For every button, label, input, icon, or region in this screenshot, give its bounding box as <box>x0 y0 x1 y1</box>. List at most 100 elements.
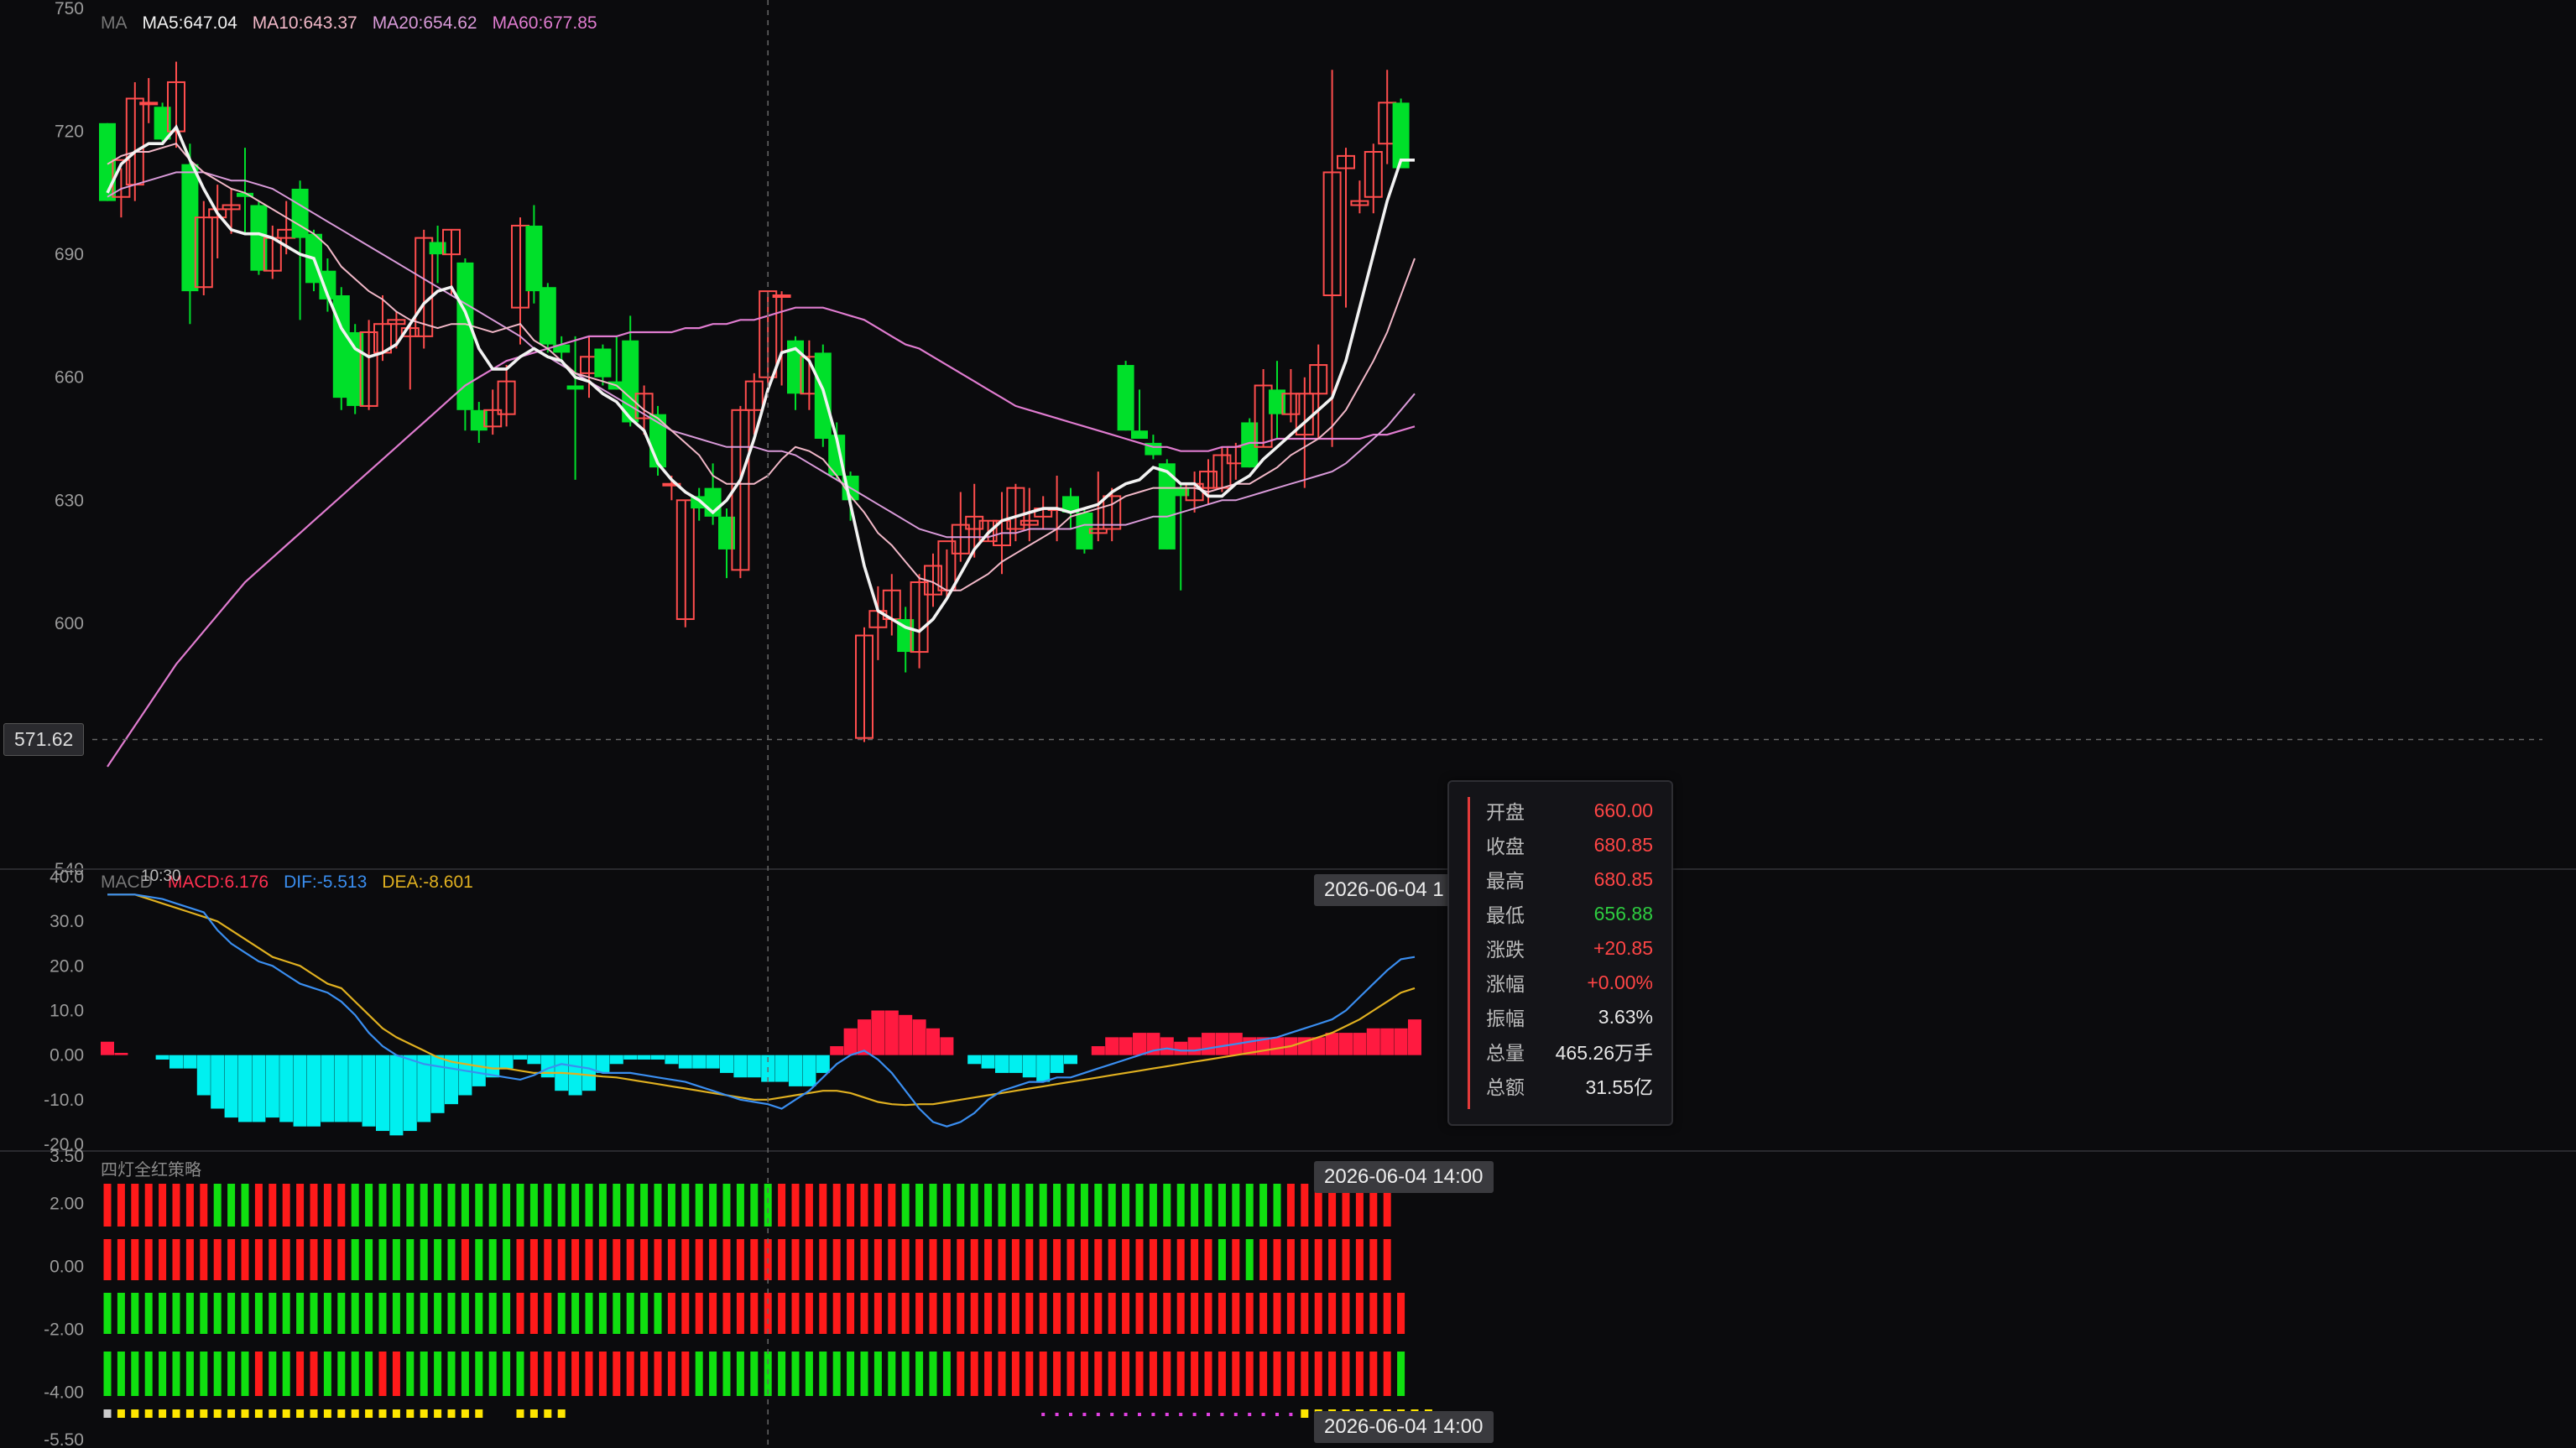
signal-light-green <box>269 1293 277 1334</box>
signal-light-red <box>1314 1293 1322 1334</box>
signal-light-red <box>1273 1293 1281 1334</box>
signal-light-red <box>736 1293 744 1334</box>
signal-light-red <box>1328 1352 1337 1396</box>
macd-bar-negative <box>678 1055 692 1069</box>
macd-bar-negative <box>623 1055 638 1060</box>
macd-bar-negative <box>527 1055 541 1065</box>
signal-light-red <box>667 1239 675 1280</box>
signal-light-green <box>420 1352 428 1396</box>
strategy-marker <box>529 1409 538 1418</box>
signal-light-red <box>984 1352 993 1396</box>
macd-bar-positive <box>1339 1033 1353 1055</box>
signal-light-red <box>1259 1239 1268 1280</box>
signal-light-red <box>1066 1293 1075 1334</box>
signal-light-red <box>172 1184 180 1227</box>
signal-light-red <box>709 1239 717 1280</box>
signal-light-red <box>1383 1352 1391 1396</box>
signal-light-green <box>722 1184 731 1227</box>
signal-light-red <box>667 1352 675 1396</box>
macd-bar-negative <box>196 1055 211 1096</box>
signal-light-green <box>488 1293 497 1334</box>
signal-light-green <box>667 1184 675 1227</box>
signal-light-green <box>585 1293 593 1334</box>
strategy-marker <box>213 1409 222 1418</box>
signal-light-red <box>1163 1293 1171 1334</box>
signal-light-red <box>1176 1239 1185 1280</box>
signal-light-green <box>736 1352 744 1396</box>
signal-light-green <box>1094 1184 1103 1227</box>
signal-light-red <box>461 1239 469 1280</box>
signal-light-red <box>667 1293 675 1334</box>
signal-light-red <box>750 1239 759 1280</box>
signal-light-red <box>626 1239 634 1280</box>
signal-light-red <box>970 1239 978 1280</box>
signal-light-red <box>392 1352 400 1396</box>
macd-bar-negative <box>981 1055 995 1069</box>
ma5-legend: MA5:647.04 <box>142 13 237 33</box>
signal-light-red <box>571 1239 580 1280</box>
signal-light-green <box>117 1293 125 1334</box>
macd-bar-negative <box>651 1055 665 1060</box>
signal-light-red <box>172 1239 180 1280</box>
macd-bar-negative <box>169 1055 183 1069</box>
signal-light-green <box>598 1293 607 1334</box>
signal-light-red <box>1176 1293 1185 1334</box>
signal-light-green <box>172 1352 180 1396</box>
candle-body-down <box>1392 102 1410 169</box>
signal-light-green <box>1122 1184 1130 1227</box>
signal-light-red <box>1149 1352 1157 1396</box>
signal-light-red <box>860 1293 868 1334</box>
strategy-marker <box>1301 1409 1309 1418</box>
signal-light-green <box>516 1352 524 1396</box>
signal-light-green <box>172 1293 180 1334</box>
macd-bar-negative <box>430 1055 445 1113</box>
signal-light-red <box>1094 1239 1103 1280</box>
ma60-legend: MA60:677.85 <box>492 13 597 33</box>
signal-light-green <box>1397 1352 1405 1396</box>
signal-light-green <box>365 1352 373 1396</box>
signal-light-green <box>942 1184 951 1227</box>
signal-light-red <box>970 1293 978 1334</box>
strategy-marker <box>365 1409 373 1418</box>
macd-bar-negative <box>499 1055 514 1069</box>
signal-light-green <box>695 1184 703 1227</box>
macd-bar-negative <box>472 1055 486 1086</box>
signal-light-green <box>310 1293 318 1334</box>
signal-light-red <box>544 1293 552 1334</box>
macd-bar-positive <box>871 1010 885 1055</box>
signal-light-red <box>323 1239 331 1280</box>
candle-body-down <box>594 348 612 378</box>
signal-light-green <box>1039 1184 1047 1227</box>
crosshair-date-tag-top: 2026-06-04 1 <box>1314 874 1454 906</box>
signal-light-red <box>1025 1352 1034 1396</box>
strategy-marker <box>282 1409 290 1418</box>
macd-bar-negative <box>389 1055 404 1136</box>
signal-light-green <box>709 1352 717 1396</box>
macd-bar-positive <box>1160 1037 1174 1055</box>
signal-light-green <box>213 1293 222 1334</box>
signal-light-red <box>736 1239 744 1280</box>
signal-light-red <box>1232 1352 1240 1396</box>
stock-chart[interactable]: 75072069066063060054040.030.020.010.00.0… <box>0 0 2576 1448</box>
signal-light-red <box>1328 1293 1337 1334</box>
signal-light-green <box>434 1293 442 1334</box>
macd-bar-negative <box>995 1055 1009 1073</box>
macd-bar-negative <box>183 1055 197 1069</box>
signal-light-red <box>185 1184 194 1227</box>
dif-legend: DIF:-5.513 <box>284 872 368 892</box>
signal-light-red <box>613 1352 621 1396</box>
signal-light-green <box>351 1184 359 1227</box>
signal-light-green <box>1204 1184 1212 1227</box>
signal-light-red <box>1245 1293 1254 1334</box>
signal-light-green <box>392 1239 400 1280</box>
strategy-marker-dot <box>1096 1413 1100 1416</box>
signal-light-green <box>1011 1184 1019 1227</box>
signal-light-red <box>571 1352 580 1396</box>
macd-bar-negative <box>279 1055 294 1122</box>
signal-light-red <box>144 1239 153 1280</box>
signal-light-red <box>1080 1293 1088 1334</box>
signal-light-red <box>1163 1352 1171 1396</box>
strategy-marker <box>516 1409 524 1418</box>
signal-light-red <box>1053 1293 1061 1334</box>
signal-light-red <box>860 1239 868 1280</box>
